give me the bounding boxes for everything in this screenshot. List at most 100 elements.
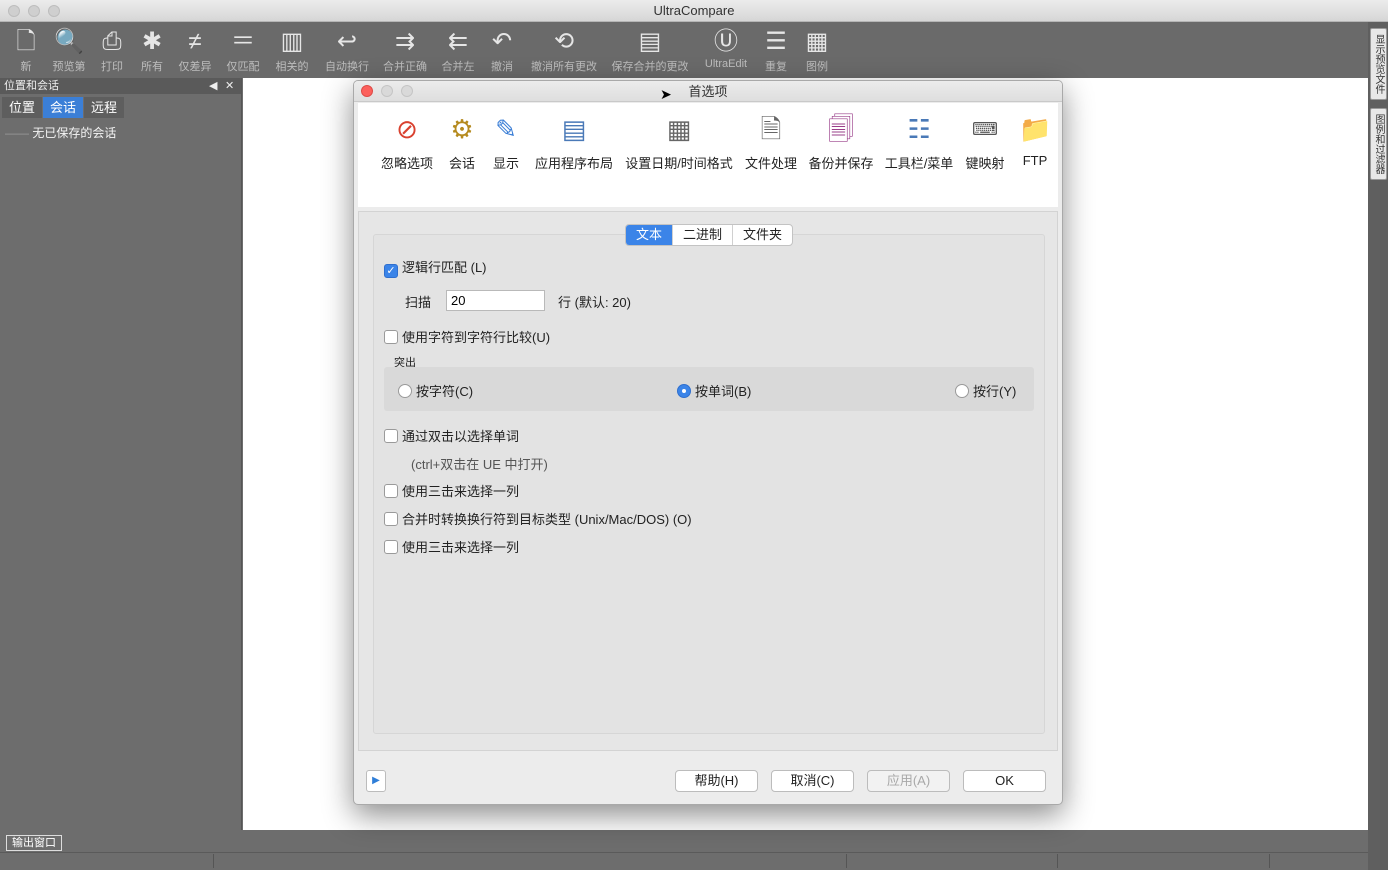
toolbar-ultraedit-button[interactable]: Ⓤ UltraEdit — [700, 26, 752, 76]
toolbar-all-button[interactable]: ✱ 所有 — [134, 26, 170, 76]
double-click-select-option[interactable]: 通过双击以选择单词 — [384, 426, 519, 445]
keyboard-keys-icon: ⌨ — [972, 119, 998, 139]
pref-item-ftp[interactable]: 📁 FTP — [1016, 113, 1054, 168]
right-side-tabs: 显示预览文件 图例和过滤器 — [1368, 22, 1388, 870]
cancel-button[interactable]: 取消(C) — [771, 770, 854, 792]
status-separator — [213, 854, 214, 868]
pref-item-display[interactable]: ✎ 显示 — [490, 113, 522, 172]
dialog-minimize-button[interactable] — [381, 85, 393, 97]
dialog-titlebar: 首选项 — [354, 81, 1062, 102]
triple-click-column-option-2[interactable]: 使用三击来选择一列 — [384, 537, 519, 556]
char-compare-option[interactable]: 使用字符到字符行比较(U) — [384, 327, 550, 346]
toolbar-undo-button[interactable]: ↶ 撤消 — [484, 26, 520, 76]
double-click-hint: (ctrl+双击在 UE 中打开) — [411, 457, 548, 472]
tab-folder[interactable]: 文件夹 — [733, 225, 792, 245]
toolbar-preview-button[interactable]: 🔍 预览第 — [49, 26, 89, 76]
tab-locations[interactable]: 位置 — [2, 97, 43, 118]
pref-item-date-time-format[interactable]: ▦ 设置日期/时间格式 — [624, 113, 734, 172]
ok-button[interactable]: OK — [963, 770, 1046, 792]
session-gear-icon: ⚙ — [450, 114, 474, 144]
tab-remote[interactable]: 远程 — [84, 97, 125, 118]
toolbar-legend-button[interactable]: ▦ 图例 — [799, 26, 835, 76]
collapse-left-icon[interactable]: ◀ — [209, 78, 217, 94]
preferences-category-bar: ▮ ⊘ 忽略选项 ⚙ 会话 ✎ 显示 ▤ 应用程序布局 ▦ 设置日期/时间格式 … — [358, 103, 1058, 224]
tab-show-preview-files[interactable]: 显示预览文件 — [1370, 28, 1387, 100]
dialog-close-button[interactable] — [361, 85, 373, 97]
tree-connector: —— — [5, 126, 29, 140]
undo-all-icon: ⟲ — [553, 28, 575, 55]
undo-icon: ↶ — [491, 28, 513, 55]
toolbar-merge-left-button[interactable]: ⇇ 合并左 — [437, 26, 479, 76]
pref-item-keymap[interactable]: ⌨ 键映射 — [964, 113, 1006, 172]
pref-item-toolbar-menu[interactable]: ☷ 工具栏/菜单 — [883, 113, 955, 172]
toolbar-related-button[interactable]: ▥ 相关的 — [272, 26, 312, 76]
convert-line-endings-checkbox[interactable] — [384, 512, 398, 526]
pref-item-app-layout[interactable]: ▤ 应用程序布局 — [534, 113, 614, 172]
toolbar-match-only-button[interactable]: ＝ 仅匹配 — [223, 26, 263, 76]
toolbar-repeat-button[interactable]: ☰ 重复 — [758, 26, 794, 76]
highlight-by-char-option[interactable]: 按字符(C) — [398, 381, 473, 400]
tab-sessions[interactable]: 会话 — [43, 97, 84, 118]
triple-click-column-checkbox[interactable] — [384, 484, 398, 498]
ultraedit-logo-icon: Ⓤ — [714, 28, 738, 55]
pref-item-file-handling[interactable]: 🗎 文件处理 — [744, 113, 798, 172]
minimize-window-button[interactable] — [28, 5, 40, 17]
triple-click-column-option[interactable]: 使用三击来选择一列 — [384, 481, 519, 500]
tab-text[interactable]: 文本 — [626, 225, 674, 245]
help-button[interactable]: 帮助(H) — [675, 770, 758, 792]
status-separator — [846, 854, 847, 868]
logical-line-match-checkbox[interactable]: ✓ — [384, 264, 398, 278]
dialog-zoom-button[interactable] — [401, 85, 413, 97]
printer-icon: ⎙ — [102, 28, 122, 55]
highlight-by-line-radio[interactable] — [955, 384, 969, 398]
scan-lines-input[interactable] — [446, 290, 545, 311]
legend-icon: ▦ — [805, 28, 829, 55]
toolbar-print-button[interactable]: ⎙ 打印 — [92, 26, 132, 76]
tab-binary[interactable]: 二进制 — [673, 225, 734, 245]
char-compare-checkbox[interactable] — [384, 330, 398, 344]
pref-item-session[interactable]: ⚙ 会话 — [444, 113, 480, 172]
double-click-select-checkbox[interactable] — [384, 429, 398, 443]
highlight-radio-group: 按字符(C) 按单词(B) 按行(Y) — [384, 367, 1034, 411]
session-tree: —— 无已保存的会话 — [0, 118, 241, 141]
toolbar-word-wrap-button[interactable]: ↩ 自动换行 — [321, 26, 373, 76]
preferences-content: ✓逻辑行匹配 (L) 扫描 行 (默认: 20) 使用字符到字符行比较(U) 突… — [358, 211, 1058, 751]
calendar-icon: ▦ — [666, 114, 692, 144]
highlight-by-line-option[interactable]: 按行(Y) — [955, 381, 1016, 400]
toolbar-diff-only-button[interactable]: ≠ 仅差异 — [175, 26, 215, 76]
status-bar: 输出窗口 — [0, 830, 1368, 870]
ftp-folder-icon: 📁 — [1019, 114, 1052, 144]
zoom-window-button[interactable] — [48, 5, 60, 17]
triple-click-column-checkbox-2[interactable] — [384, 540, 398, 554]
pref-item-previous[interactable]: ▮ — [358, 113, 366, 153]
print-preview-icon: 🔍 — [54, 28, 84, 55]
highlight-by-word-option[interactable]: 按单词(B) — [677, 381, 751, 400]
toolbar-merge-right-button[interactable]: ⇉ 合并正确 — [380, 26, 430, 76]
tree-item-no-sessions[interactable]: 无已保存的会话 — [32, 126, 116, 140]
preferences-dialog: 首选项 ▮ ⊘ 忽略选项 ⚙ 会话 ✎ 显示 ▤ 应用程序布局 ▦ 设置日期/时… — [353, 80, 1063, 805]
close-panel-icon[interactable]: ✕ — [225, 78, 234, 94]
repeat-icon: ☰ — [765, 28, 787, 55]
scan-label: 扫描 — [405, 295, 432, 310]
expand-play-button[interactable]: ▶ — [366, 770, 386, 792]
columns-icon: ▥ — [280, 28, 304, 55]
output-window-tab[interactable]: 输出窗口 — [6, 835, 62, 851]
toolbar-undo-all-button[interactable]: ⟲ 撤消所有更改 — [528, 26, 600, 76]
close-window-button[interactable] — [8, 5, 20, 17]
scan-suffix: 行 (默认: 20) — [558, 295, 631, 310]
locations-sessions-panel: 位置和会话 ◀ ✕ 位置 会话 远程 —— 无已保存的会话 — [0, 78, 242, 830]
pref-item-backup-save[interactable]: 🗐 备份并保存 — [807, 113, 875, 172]
text-options-group: ✓逻辑行匹配 (L) 扫描 行 (默认: 20) 使用字符到字符行比较(U) 突… — [373, 234, 1045, 734]
tab-legend-filters[interactable]: 图例和过滤器 — [1370, 108, 1387, 180]
logical-line-match-option[interactable]: ✓ 逻辑行匹配 (L) — [384, 257, 487, 278]
toolbar-save-merged-button[interactable]: ▤ 保存合并的更改 — [609, 26, 691, 76]
backup-save-icon: 🗐 — [828, 114, 854, 144]
highlight-by-char-radio[interactable] — [398, 384, 412, 398]
apply-button[interactable]: 应用(A) — [867, 770, 950, 792]
pref-item-ignore-options[interactable]: ⊘ 忽略选项 — [379, 113, 435, 172]
highlight-by-word-radio[interactable] — [677, 384, 691, 398]
status-separator — [1269, 854, 1270, 868]
convert-line-endings-option[interactable]: 合并时转换换行符到目标类型 (Unix/Mac/DOS) (O) — [384, 509, 692, 528]
status-separator — [1057, 854, 1058, 868]
toolbar-new-button[interactable]: 🗋 新 — [6, 26, 46, 76]
